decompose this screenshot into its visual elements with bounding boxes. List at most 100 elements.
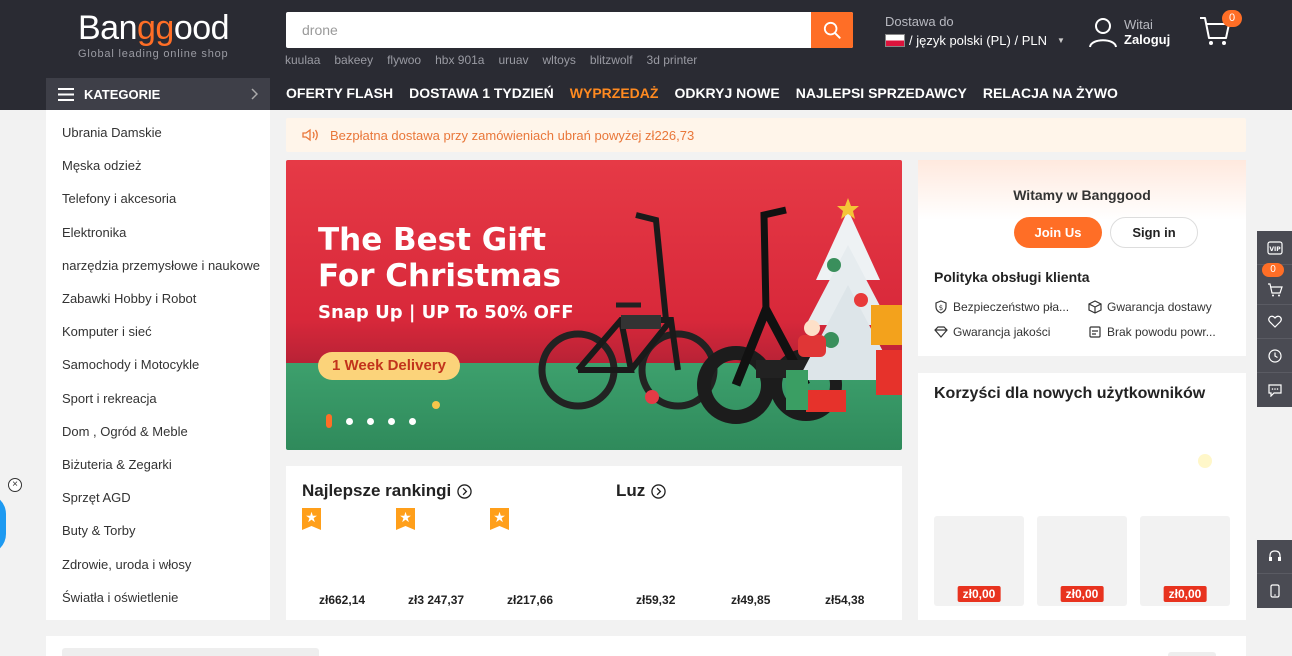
floating-toolbar-bottom — [1257, 540, 1292, 608]
product-price[interactable]: zł59,32 — [636, 593, 675, 607]
category-item[interactable]: Dom , Ogród & Meble — [46, 415, 270, 448]
carousel-dot[interactable] — [346, 417, 353, 425]
notice-text: Bezpłatna dostawa przy zamówieniach ubra… — [330, 127, 695, 143]
policy-title: Polityka obsługi klienta — [934, 269, 1090, 285]
nav-clearance[interactable]: WYPRZEDAŻ — [570, 85, 659, 101]
speaker-icon — [302, 128, 318, 142]
hot-word[interactable]: uruav — [498, 53, 528, 67]
hot-word[interactable]: bakeey — [334, 53, 373, 67]
benefit-price: zł0,00 — [1163, 586, 1207, 602]
side-promo-widget[interactable] — [0, 494, 6, 554]
chat-button[interactable] — [1257, 373, 1292, 407]
category-item[interactable]: Buty & Torby — [46, 514, 270, 547]
bottom-section — [46, 636, 1246, 656]
benefit-product-card[interactable]: zł0,00 — [1037, 516, 1127, 606]
categories-button[interactable]: KATEGORIE — [46, 78, 270, 110]
hero-banner[interactable]: The Best Gift For Christmas Snap Up | UP… — [286, 160, 902, 450]
coin-icon — [1198, 454, 1212, 468]
float-cart-button[interactable]: 0 — [1257, 263, 1292, 305]
category-item[interactable]: Komputer i sieć — [46, 315, 270, 348]
shipping-label: Dostawa do — [885, 14, 954, 29]
category-item[interactable]: narzędzia przemysłowe i naukowe — [46, 249, 270, 282]
svg-text:$: $ — [939, 304, 943, 312]
arrow-circle-right-icon — [457, 483, 472, 499]
policy-quality[interactable]: Gwarancja jakości — [934, 325, 1074, 339]
wishlist-button[interactable] — [1257, 305, 1292, 339]
nav-new-arrivals[interactable]: ODKRYJ NOWE — [674, 85, 779, 101]
carousel-dot[interactable] — [367, 417, 374, 425]
logo[interactable]: Banggood Global leading online shop — [78, 10, 230, 60]
category-item[interactable]: Samochody i Motocykle — [46, 348, 270, 381]
hot-word[interactable]: hbx 901a — [435, 53, 484, 67]
account-menu[interactable]: Witai Zaloguj — [1088, 16, 1170, 48]
category-item[interactable]: Zabawki Hobby i Robot — [46, 282, 270, 315]
carousel-dot[interactable] — [388, 417, 395, 425]
carousel-dot[interactable] — [326, 414, 332, 428]
category-item[interactable]: Sport i rekreacja — [46, 382, 270, 415]
caret-down-icon: ▼ — [1057, 36, 1065, 45]
rankings-title[interactable]: Najlepsze rankingi — [302, 481, 472, 501]
category-item[interactable]: Zdrowie, uroda i włosy — [46, 547, 270, 580]
policy-delivery[interactable]: Gwarancja dostawy — [1088, 300, 1228, 314]
cart-button[interactable]: 0 — [1198, 10, 1242, 51]
join-us-button[interactable]: Join Us — [1014, 217, 1102, 248]
category-item[interactable]: Światła i oświetlenie — [46, 581, 270, 614]
banner-delivery-pill: 1 Week Delivery — [318, 352, 460, 380]
logo-tagline: Global leading online shop — [78, 48, 229, 60]
search-input[interactable] — [286, 12, 811, 48]
chevron-right-icon — [251, 88, 258, 100]
hot-word[interactable]: wltoys — [543, 53, 576, 67]
carousel-dot[interactable] — [409, 417, 416, 425]
category-item[interactable]: Biżuteria & Zegarki — [46, 448, 270, 481]
nav-live[interactable]: RELACJA NA ŻYWO — [983, 85, 1118, 101]
bottom-button-placeholder[interactable] — [1168, 652, 1216, 656]
policy-returns[interactable]: Brak powodu powr... — [1088, 325, 1228, 339]
nav-flash-deals[interactable]: OFERTY FLASH — [286, 85, 393, 101]
bottom-tab-placeholder[interactable] — [62, 648, 319, 656]
category-item[interactable]: Elektronika — [46, 216, 270, 249]
category-item[interactable]: Telefony i akcesoria — [46, 182, 270, 215]
search-button[interactable] — [811, 12, 853, 48]
policy-payment-security[interactable]: $ Bezpieczeństwo pła... — [934, 300, 1074, 314]
hot-search-words: kuulaa bakeey flywoo hbx 901a uruav wlto… — [285, 53, 697, 67]
vip-button[interactable]: VIP — [1257, 231, 1292, 265]
category-item[interactable]: Sprzęt AGD — [46, 481, 270, 514]
nav-1-week-delivery[interactable]: DOSTAWA 1 TYDZIEŃ — [409, 85, 554, 101]
clock-icon — [1267, 348, 1282, 363]
headset-icon — [1268, 549, 1281, 561]
benefit-product-card[interactable]: zł0,00 — [934, 516, 1024, 606]
product-price[interactable]: zł3 247,37 — [408, 593, 464, 607]
diamond-icon — [934, 326, 948, 338]
hot-word[interactable]: flywoo — [387, 53, 421, 67]
shipping-value: / język polski (PL) / PLN — [909, 33, 1047, 48]
product-price[interactable]: zł662,14 — [319, 593, 365, 607]
benefit-product-card[interactable]: zł0,00 — [1140, 516, 1230, 606]
main-nav: OFERTY FLASH DOSTAWA 1 TYDZIEŃ WYPRZEDAŻ… — [286, 85, 1118, 101]
hot-word[interactable]: kuulaa — [285, 53, 320, 67]
hot-word[interactable]: blitzwolf — [590, 53, 633, 67]
history-button[interactable] — [1257, 339, 1292, 373]
shipping-selector[interactable]: Dostawa do / język polski (PL) / PLN ▼ — [885, 14, 1065, 48]
product-price[interactable]: zł54,38 — [825, 593, 864, 607]
support-button[interactable] — [1257, 540, 1292, 574]
login-link[interactable]: Zaloguj — [1124, 32, 1170, 47]
close-icon[interactable]: × — [8, 478, 22, 492]
product-price[interactable]: zł49,85 — [731, 593, 770, 607]
rankings-card: Najlepsze rankingi Luz ★ ★ ★ zł662,14 zł… — [286, 466, 902, 620]
carousel-dots — [326, 414, 416, 428]
luz-title[interactable]: Luz — [616, 481, 666, 501]
poland-flag-icon — [885, 34, 905, 47]
welcome-title: Witamy w Banggood — [1013, 187, 1151, 203]
category-item[interactable]: Męska odzież — [46, 149, 270, 182]
user-icon — [1089, 18, 1117, 48]
benefit-price: zł0,00 — [957, 586, 1001, 602]
shipping-notice: Bezpłatna dostawa przy zamówieniach ubra… — [286, 118, 1246, 152]
hot-word[interactable]: 3d printer — [647, 53, 698, 67]
app-download-button[interactable] — [1257, 574, 1292, 608]
star-badge-icon: ★ — [396, 508, 415, 530]
category-item[interactable]: Ubrania Damskie — [46, 116, 270, 149]
product-price[interactable]: zł217,66 — [507, 593, 553, 607]
nav-best-sellers[interactable]: NAJLEPSI SPRZEDAWCY — [796, 85, 967, 101]
menu-icon — [58, 87, 74, 101]
sign-in-button[interactable]: Sign in — [1110, 217, 1198, 248]
